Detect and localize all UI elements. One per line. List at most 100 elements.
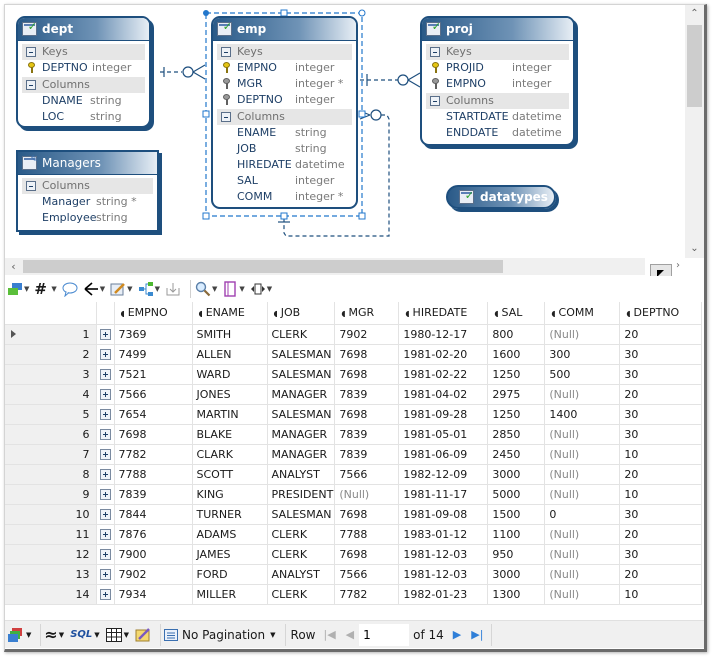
cell-job[interactable]: MANAGER — [267, 444, 336, 465]
cell-ename[interactable]: KING — [192, 484, 268, 505]
cell-mgr[interactable]: 7839 — [334, 444, 400, 465]
section-columns[interactable]: Columns — [426, 93, 569, 109]
row-number[interactable]: 9 — [5, 484, 97, 505]
cell-ename[interactable]: ADAMS — [192, 524, 268, 545]
row-number[interactable]: 13 — [5, 564, 97, 585]
expand-cell[interactable] — [96, 424, 115, 445]
column-row[interactable]: SAL integer — [217, 173, 352, 189]
column-row[interactable]: HIREDATE datetime — [217, 157, 352, 173]
expand-plus-icon[interactable] — [99, 349, 111, 360]
cell-ename[interactable]: MILLER — [192, 584, 268, 605]
cell-comm[interactable]: (Null) — [544, 464, 621, 485]
cell-hiredate[interactable]: 1982-12-09 — [398, 464, 489, 485]
expand-cell[interactable] — [96, 484, 115, 505]
cell-job[interactable]: MANAGER — [267, 384, 336, 405]
column-header[interactable]: ◖ COMM — [544, 302, 621, 325]
entity-managers[interactable]: Managers Columns Managerstring * Employe… — [16, 149, 159, 232]
table-row[interactable]: 11 7876 ADAMS CLERK 7788 1983-01-12 1100 (Null)… — [5, 524, 703, 545]
row-number[interactable]: 8 — [5, 464, 97, 485]
column-header[interactable]: ◖ JOB — [267, 302, 336, 325]
section-columns[interactable]: Columns — [22, 178, 153, 194]
entity-proj[interactable]: proj Keys PROJIDinteger EMPNOinteger Col… — [420, 16, 575, 146]
cell-comm[interactable]: (Null) — [544, 544, 621, 565]
section-keys[interactable]: Keys — [426, 44, 569, 60]
table-row[interactable]: 1 7369 SMITH CLERK 7902 1980-12-17 800 (Null) 20 — [5, 324, 703, 345]
expand-cell[interactable] — [96, 444, 115, 465]
expand-plus-icon[interactable] — [99, 469, 111, 480]
cell-mgr[interactable]: 7788 — [334, 524, 400, 545]
cell-deptno[interactable]: 20 — [619, 464, 703, 485]
expand-cell[interactable] — [96, 464, 115, 485]
cell-mgr[interactable]: 7902 — [334, 324, 400, 345]
cell-empno[interactable]: 7521 — [114, 364, 193, 385]
cell-job[interactable]: CLERK — [267, 544, 336, 565]
row-number[interactable]: 12 — [5, 544, 97, 565]
diagram-vertical-scrollbar[interactable]: ⌃ ⌄ — [685, 5, 704, 258]
view-mode-button[interactable]: ▼ — [8, 624, 31, 646]
row-number[interactable]: 3 — [5, 364, 97, 385]
filter-button[interactable]: ≈ ▼ — [44, 624, 64, 646]
cell-job[interactable]: MANAGER — [267, 424, 336, 445]
cell-empno[interactable]: 7934 — [114, 584, 193, 605]
key-row[interactable]: DEPTNO integer — [22, 60, 145, 76]
key-row[interactable]: DEPTNO integer — [217, 92, 352, 108]
cell-job[interactable]: SALESMAN — [267, 504, 336, 525]
cell-deptno[interactable]: 10 — [619, 444, 703, 465]
cell-comm[interactable]: (Null) — [544, 564, 621, 585]
expand-plus-icon[interactable] — [99, 369, 111, 380]
diagram-canvas[interactable]: dept Keys DEPTNOinteger Columns DNAMEstr… — [5, 5, 685, 258]
entity-header[interactable]: Managers — [18, 149, 157, 175]
expand-cell[interactable] — [96, 364, 115, 385]
scroll-thumb[interactable] — [23, 260, 503, 273]
expand-cell[interactable] — [96, 504, 115, 525]
relation-dept-emp[interactable] — [160, 64, 206, 80]
cell-sal[interactable]: 3000 — [487, 564, 546, 585]
scroll-down-icon[interactable]: ⌄ — [685, 240, 704, 258]
cell-sal[interactable]: 2850 — [487, 424, 546, 445]
table-row[interactable]: 14 7934 MILLER CLERK 7782 1982-01-23 1300 (Null… — [5, 584, 703, 605]
previous-page-icon[interactable]: ◀ — [346, 628, 354, 641]
expand-plus-icon[interactable] — [99, 569, 111, 580]
section-keys[interactable]: Keys — [217, 44, 352, 60]
cell-sal[interactable]: 1250 — [487, 364, 546, 385]
cell-deptno[interactable]: 10 — [619, 484, 703, 505]
expand-plus-icon[interactable] — [99, 549, 111, 560]
cell-job[interactable]: SALESMAN — [267, 344, 336, 365]
scroll-up-icon[interactable]: ⌃ — [685, 5, 704, 23]
grid-view-button[interactable]: ▼ — [105, 624, 129, 646]
collapse-icon[interactable] — [430, 96, 440, 106]
cell-job[interactable]: ANALYST — [267, 464, 336, 485]
cell-ename[interactable]: WARD — [192, 364, 268, 385]
expand-cell[interactable] — [96, 404, 115, 425]
cell-sal[interactable]: 2975 — [487, 384, 546, 405]
column-header[interactable]: ◖ HIREDATE — [398, 302, 489, 325]
scroll-left-icon[interactable]: ‹ — [5, 258, 22, 275]
column-row[interactable]: LOC string — [22, 109, 145, 125]
table-row[interactable]: 3 7521 WARD SALESMAN 7698 1981-02-22 1250 500 30 — [5, 364, 703, 385]
entity-header[interactable]: dept — [18, 16, 149, 41]
entity-emp[interactable]: emp Keys EMPNOinteger MGRinteger * DEPTN… — [211, 16, 358, 209]
cell-job[interactable]: ANALYST — [267, 564, 336, 585]
cell-sal[interactable]: 1600 — [487, 344, 546, 365]
cell-mgr[interactable]: 7698 — [334, 504, 400, 525]
column-row[interactable]: COMM integer * — [217, 189, 352, 205]
entity-datatypes[interactable]: datatypes — [446, 185, 556, 209]
cell-mgr[interactable]: 7698 — [334, 344, 400, 365]
cell-mgr[interactable]: 7782 — [334, 584, 400, 605]
cell-empno[interactable]: 7566 — [114, 384, 193, 405]
cell-empno[interactable]: 7788 — [114, 464, 193, 485]
row-number[interactable]: 11 — [5, 524, 97, 545]
comment-button[interactable] — [62, 279, 78, 299]
collapse-icon[interactable] — [430, 47, 440, 57]
column-row[interactable]: JOB string — [217, 141, 352, 157]
table-row[interactable]: 6 7698 BLAKE MANAGER 7839 1981-05-01 2850 (Null… — [5, 424, 703, 445]
entity-header[interactable]: proj — [422, 16, 573, 41]
table-row[interactable]: 13 7902 FORD ANALYST 7566 1981-12-03 3000 (Null… — [5, 564, 703, 585]
collapse-icon[interactable] — [26, 47, 36, 57]
cell-comm[interactable]: 0 — [544, 504, 621, 525]
cell-hiredate[interactable]: 1981-04-02 — [398, 384, 489, 405]
column-row[interactable]: DNAME string — [22, 93, 145, 109]
section-columns[interactable]: Columns — [217, 109, 352, 125]
key-row[interactable]: PROJID integer — [426, 60, 569, 76]
column-header[interactable]: ◖ DEPTNO — [619, 302, 703, 325]
